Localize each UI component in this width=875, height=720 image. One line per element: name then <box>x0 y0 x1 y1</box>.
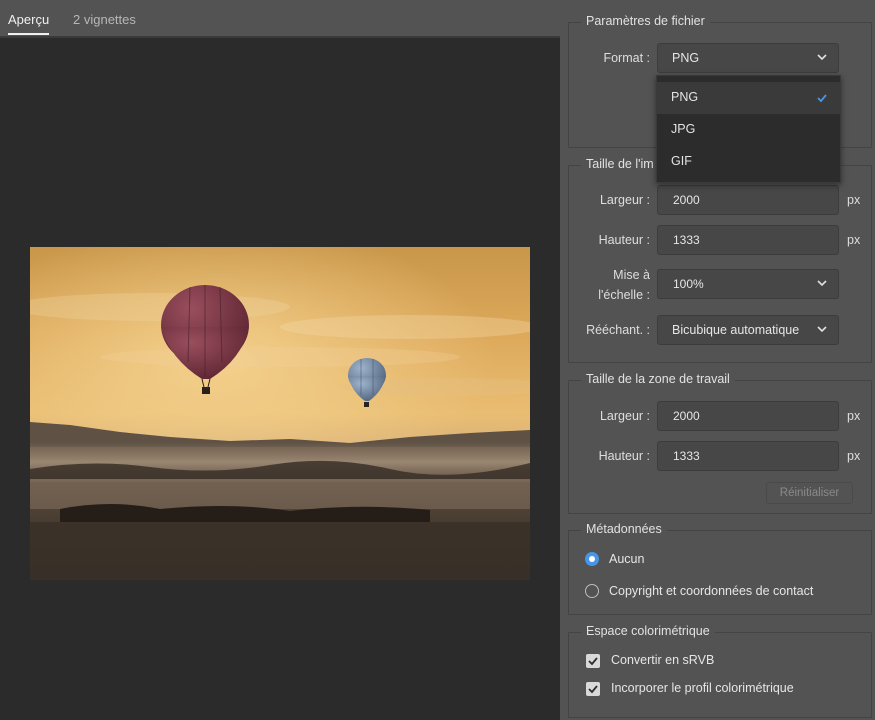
canvas-height-unit: px <box>847 449 861 463</box>
scale-select-value: 100% <box>673 277 704 291</box>
format-option-label: PNG <box>671 90 699 104</box>
metadata-group: Métadonnées <box>568 522 872 615</box>
canvas-size-title: Taille de la zone de travail <box>581 372 735 386</box>
metadata-title: Métadonnées <box>581 522 667 536</box>
embed-profile-label: Incorporer le profil colorimétrique <box>611 681 794 695</box>
image-height-unit: px <box>847 233 861 247</box>
checkmark-icon <box>817 94 827 103</box>
convert-srgb-checkbox[interactable] <box>586 654 600 668</box>
chevron-down-icon <box>817 54 827 61</box>
format-option-label: GIF <box>671 154 692 168</box>
image-height-label: Hauteur : <box>598 233 650 247</box>
resample-select[interactable]: Bicubique automatique <box>657 315 839 345</box>
chevron-down-icon <box>817 326 827 333</box>
format-option-png[interactable]: PNG <box>657 82 840 114</box>
checkmark-icon <box>588 657 598 666</box>
canvas-height-label: Hauteur : <box>598 449 650 463</box>
image-width-unit: px <box>847 193 861 207</box>
metadata-none-label: Aucun <box>609 552 645 566</box>
color-space-title: Espace colorimétrique <box>581 624 715 638</box>
scale-label-line2: l'échelle : <box>598 288 650 302</box>
scale-label: Mise à l'échelle : <box>578 265 650 305</box>
image-width-input[interactable]: 2000 <box>657 185 839 215</box>
reset-button[interactable]: Réinitialiser <box>766 482 853 504</box>
canvas-width-label: Largeur : <box>599 409 650 423</box>
checkmark-icon <box>588 685 598 694</box>
image-height-value: 1333 <box>673 233 700 247</box>
preview-pane: Aperçu 2 vignettes <box>0 0 560 720</box>
metadata-copyright-label: Copyright et coordonnées de contact <box>609 584 814 598</box>
tab-thumbnails[interactable]: 2 vignettes <box>73 12 136 27</box>
canvas-width-unit: px <box>847 409 861 423</box>
tabs-divider <box>0 36 560 38</box>
convert-srgb-label: Convertir en sRVB <box>611 653 715 667</box>
canvas-height-value: 1333 <box>673 449 700 463</box>
image-width-label: Largeur : <box>599 193 650 207</box>
resample-label: Rééchant. : <box>586 323 650 337</box>
scale-label-line1: Mise à <box>613 268 650 282</box>
embed-profile-checkbox[interactable] <box>586 682 600 696</box>
scale-select[interactable]: 100% <box>657 269 839 299</box>
image-height-input[interactable]: 1333 <box>657 225 839 255</box>
format-select-value: PNG <box>672 51 700 65</box>
metadata-copyright-radio[interactable] <box>585 584 599 598</box>
canvas-width-input[interactable]: 2000 <box>657 401 839 431</box>
metadata-none-radio[interactable] <box>585 552 599 566</box>
file-settings-title: Paramètres de fichier <box>581 14 710 28</box>
format-option-jpg[interactable]: JPG <box>657 114 840 146</box>
resample-select-value: Bicubique automatique <box>672 323 800 337</box>
format-option-label: JPG <box>671 122 696 136</box>
format-dropdown-list: PNG JPG GIF <box>656 75 841 183</box>
preview-tabs: Aperçu 2 vignettes <box>0 0 560 36</box>
tab-preview[interactable]: Aperçu <box>8 12 50 35</box>
image-width-value: 2000 <box>673 193 700 207</box>
color-space-group: Espace colorimétrique <box>568 624 872 718</box>
format-label: Format : <box>603 51 650 65</box>
preview-image <box>30 247 530 580</box>
canvas-height-input[interactable]: 1333 <box>657 441 839 471</box>
format-select[interactable]: PNG <box>657 43 839 73</box>
chevron-down-icon <box>817 280 827 287</box>
format-option-gif[interactable]: GIF <box>657 146 840 178</box>
image-size-title: Taille de l'im <box>581 157 659 171</box>
canvas-width-value: 2000 <box>673 409 700 423</box>
